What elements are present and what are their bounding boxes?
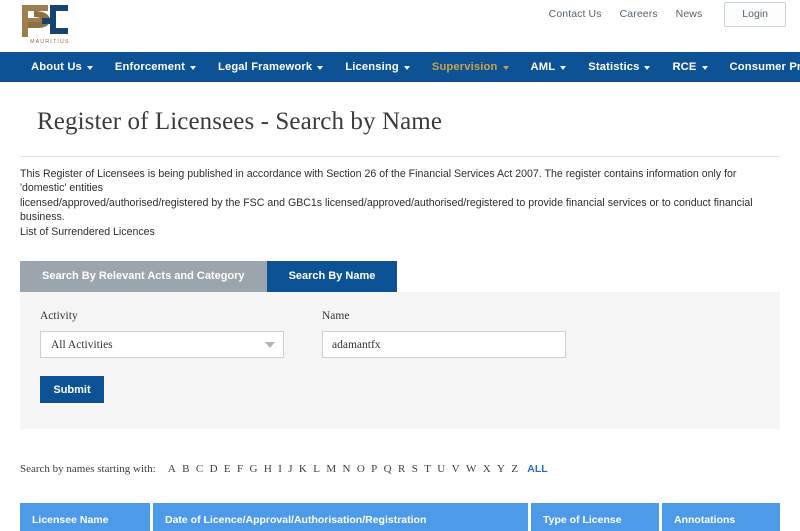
- chevron-down-icon: [403, 65, 410, 70]
- nav-item-statistics[interactable]: Statistics: [577, 52, 661, 82]
- nav-item-label: Enforcement: [114, 60, 185, 73]
- alpha-letter-s[interactable]: S: [409, 463, 422, 475]
- fsc-logo[interactable]: MAURITIUS: [14, 1, 84, 47]
- chevron-down-icon: [265, 341, 275, 348]
- alpha-letter-r[interactable]: R: [395, 463, 409, 475]
- alphabet-filter: Search by names starting with: A B C D E…: [20, 463, 780, 475]
- nav-item-licensing[interactable]: Licensing: [334, 52, 421, 82]
- page-title: Register of Licensees - Search by Name: [37, 108, 443, 135]
- results-table-header-row: Licensee Name Date of Licence/Approval/A…: [20, 503, 780, 531]
- alpha-letter-q[interactable]: Q: [380, 463, 394, 475]
- nav-item-about-us[interactable]: About Us: [20, 52, 104, 82]
- tab-search-by-name[interactable]: Search By Name: [266, 261, 398, 293]
- nav-item-supervision[interactable]: Supervision: [421, 52, 520, 82]
- login-button[interactable]: Login: [724, 2, 786, 27]
- nav-item-label: AML: [530, 60, 556, 73]
- nav-item-rce[interactable]: RCE: [661, 52, 718, 82]
- nav-item-label: Supervision: [431, 60, 498, 73]
- alpha-letter-l[interactable]: L: [310, 463, 323, 475]
- alpha-letter-z[interactable]: Z: [508, 463, 521, 475]
- nav-item-label: Statistics: [588, 60, 640, 73]
- chevron-down-icon: [86, 65, 93, 70]
- alpha-letter-i[interactable]: I: [275, 463, 285, 475]
- nav-item-label: About Us: [31, 60, 82, 73]
- name-field-group: Name: [322, 310, 566, 359]
- nav-item-enforcement[interactable]: Enforcement: [104, 52, 207, 82]
- intro-line-3: List of Surrendered Licences: [20, 225, 155, 238]
- column-header-licensee-name[interactable]: Licensee Name: [20, 503, 150, 531]
- tab-search-by-acts-and-category[interactable]: Search By Relevant Acts and Category: [20, 261, 267, 293]
- search-tabs: Search By Relevant Acts and Category Sea…: [20, 261, 780, 293]
- alpha-letter-e[interactable]: E: [221, 463, 234, 475]
- activity-selected-value: All Activities: [51, 338, 113, 351]
- alpha-letter-w[interactable]: W: [463, 463, 480, 475]
- alpha-letter-f[interactable]: F: [234, 463, 247, 475]
- alpha-letter-d[interactable]: D: [206, 463, 220, 475]
- activity-label: Activity: [40, 310, 78, 323]
- alpha-letter-n[interactable]: N: [339, 463, 353, 475]
- top-utility-bar: MAURITIUS Contact Us Careers News Login: [0, 0, 800, 52]
- alpha-letter-c[interactable]: C: [193, 463, 207, 475]
- utility-link-careers[interactable]: Careers: [620, 2, 658, 26]
- alpha-filter-all[interactable]: ALL: [527, 463, 547, 475]
- name-input[interactable]: [322, 331, 566, 359]
- utility-link-news[interactable]: News: [676, 2, 703, 26]
- results-table: Licensee Name Date of Licence/Approval/A…: [20, 503, 780, 531]
- nav-item-label: Licensing: [345, 60, 399, 73]
- alpha-letter-m[interactable]: M: [323, 463, 339, 475]
- nav-item-label: RCE: [672, 60, 697, 73]
- main-navigation: About Us Enforcement Legal Framework Lic…: [0, 52, 800, 82]
- alpha-letter-y[interactable]: Y: [494, 463, 508, 475]
- intro-line-2: licensed/approved/authorised/registered …: [20, 196, 753, 224]
- submit-button[interactable]: Submit: [40, 376, 104, 404]
- nav-item-aml[interactable]: AML: [520, 52, 578, 82]
- intro-line-1: This Register of Licensees is being publ…: [20, 168, 737, 195]
- column-header-type-of-license[interactable]: Type of License: [531, 503, 659, 531]
- alpha-letter-t[interactable]: T: [421, 463, 434, 475]
- alpha-letter-b[interactable]: B: [179, 463, 193, 475]
- alpha-letter-p[interactable]: P: [368, 463, 381, 475]
- nav-item-label: Consumer Protection: [729, 60, 800, 73]
- alpha-letter-u[interactable]: U: [434, 463, 448, 475]
- alpha-letter-h[interactable]: H: [261, 463, 275, 475]
- chevron-down-icon: [701, 65, 708, 70]
- page-content: Register of Licensees - Search by Name T…: [0, 82, 800, 531]
- column-header-date-of-licence[interactable]: Date of Licence/Approval/Authorisation/R…: [153, 503, 528, 531]
- logo-caption: MAURITIUS: [30, 39, 70, 45]
- chevron-down-icon: [644, 65, 651, 70]
- alpha-letter-x[interactable]: X: [480, 463, 494, 475]
- chevron-down-icon: [189, 65, 196, 70]
- alpha-letter-j[interactable]: J: [285, 463, 296, 475]
- nav-item-legal-framework[interactable]: Legal Framework: [207, 52, 334, 82]
- column-header-annotations[interactable]: Annotations: [662, 503, 780, 531]
- alpha-letter-k[interactable]: K: [296, 463, 310, 475]
- nav-item-consumer-protection[interactable]: Consumer Protection: [719, 52, 800, 82]
- alpha-letter-v[interactable]: V: [448, 463, 462, 475]
- chevron-down-icon: [560, 65, 567, 70]
- chevron-down-icon: [317, 65, 324, 70]
- alpha-letter-g[interactable]: G: [246, 463, 260, 475]
- utility-nav: Contact Us Careers News Login: [549, 0, 786, 27]
- nav-item-label: Legal Framework: [217, 60, 313, 73]
- search-form-panel: Activity All Activities Name Submit: [20, 292, 780, 430]
- search-form-row: Activity All Activities Name: [40, 310, 760, 359]
- activity-field-group: Activity All Activities: [40, 310, 284, 359]
- chevron-down-icon: [502, 65, 509, 70]
- alpha-letter-o[interactable]: O: [354, 463, 368, 475]
- name-label: Name: [322, 310, 350, 323]
- alphabet-filter-label: Search by names starting with:: [20, 463, 156, 476]
- utility-link-contact-us[interactable]: Contact Us: [549, 2, 602, 26]
- fsc-logo-icon: MAURITIUS: [22, 5, 70, 45]
- alpha-letter-a[interactable]: A: [165, 463, 179, 475]
- activity-select[interactable]: All Activities: [40, 331, 284, 359]
- intro-paragraph: This Register of Licensees is being publ…: [20, 157, 780, 239]
